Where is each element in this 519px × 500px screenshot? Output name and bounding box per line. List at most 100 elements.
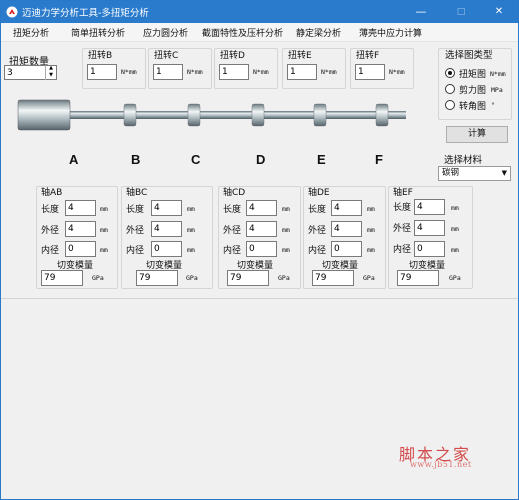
length-label: 长度 [126, 205, 145, 215]
shaft-cd-inner-input[interactable]: 0 [246, 241, 277, 257]
shaft-ef-inner-input[interactable]: 0 [414, 241, 445, 257]
point-label-d: D [256, 152, 266, 167]
menu-static-beam[interactable]: 静定梁分析 [296, 26, 341, 39]
mm-unit: mm [451, 225, 459, 233]
gpa-unit: GPa [449, 274, 461, 282]
maximize-button[interactable]: □ [447, 1, 475, 23]
shaft-cd-title: 轴CD [223, 188, 246, 198]
menu-section-properties[interactable]: 截面特性及压杆分析 [202, 26, 283, 39]
stepper-arrows-icon[interactable]: ▲ ▼ [45, 65, 56, 80]
torque-d-input[interactable]: 1 [219, 64, 249, 80]
shaft-de-inner-input[interactable]: 0 [331, 241, 362, 257]
mm-unit: mm [451, 246, 459, 254]
shaft-cd-shear-input[interactable]: 79 [227, 270, 269, 286]
mm-unit: mm [187, 205, 195, 213]
torque-count-value: 3 [7, 68, 13, 78]
radio-label-torque: 扭矩图 [459, 70, 487, 80]
shaft-ab-inner-input[interactable]: 0 [65, 241, 96, 257]
shaft-ef-length-input[interactable]: 4 [414, 199, 445, 215]
collar-d [251, 103, 265, 127]
torque-c-input[interactable]: 1 [153, 64, 183, 80]
length-label: 长度 [393, 203, 412, 213]
window-title: 迈迪力学分析工具-多扭矩分析 [22, 8, 149, 19]
mm-unit: mm [100, 205, 108, 213]
torque-group-e: 扭转E 1 N*mm [282, 48, 346, 89]
radio-unit-angle: ° [491, 101, 495, 109]
main-panel: 扭矩数量 3 ▲ ▼ 扭转B 1 N*mm 扭转C 1 N*mm 扭转D 1 N*… [1, 42, 518, 298]
gpa-unit: GPa [186, 274, 198, 282]
menu-torque-analysis[interactable]: 扭矩分析 [13, 26, 49, 39]
radio-label-shear: 剪力图 [459, 86, 487, 96]
shaft-bc-outer-input[interactable]: 4 [151, 221, 182, 237]
shaft-ab-length-input[interactable]: 4 [65, 200, 96, 216]
calculate-button[interactable]: 计算 [446, 126, 508, 143]
torque-e-input[interactable]: 1 [287, 64, 317, 80]
shaft-body [66, 111, 406, 119]
radio-button[interactable] [445, 84, 455, 94]
mm-unit: mm [282, 226, 290, 234]
chevron-down-icon: ▼ [501, 169, 507, 177]
radio-unit-torque: N*mm [490, 70, 506, 78]
shaft-ef-shear-input[interactable]: 79 [397, 270, 439, 286]
shaft-group-ab: 轴AB 长度 4 mm 外径 4 mm 内径 0 mm 切变模量 79 GPa [36, 186, 118, 289]
menu-bar: 扭矩分析 简单扭转分析 应力圆分析 截面特性及压杆分析 静定梁分析 薄壳中应力计… [1, 23, 518, 42]
shaft-ef-title: 轴EF [393, 188, 413, 198]
torque-f-input[interactable]: 1 [355, 64, 385, 80]
mm-unit: mm [100, 246, 108, 254]
torque-f-label: 扭转F [356, 51, 380, 61]
shaft-cd-outer-input[interactable]: 4 [246, 221, 277, 237]
length-label: 长度 [308, 205, 327, 215]
title-bar[interactable]: 迈迪力学分析工具-多扭矩分析 — □ ✕ [1, 1, 518, 23]
inner-diameter-label: 内径 [126, 246, 145, 256]
torque-f-unit: N*mm [389, 68, 405, 76]
material-label: 选择材料 [444, 155, 483, 166]
shaft-ef-outer-input[interactable]: 4 [414, 220, 445, 236]
point-label-b: B [131, 152, 141, 167]
shaft-group-ef: 轴EF 长度 4 mm 外径 4 mm 内径 0 mm 切变模量 79 GPa [388, 186, 473, 289]
outer-diameter-label: 外径 [126, 226, 145, 236]
mm-unit: mm [367, 246, 375, 254]
shaft-de-title: 轴DE [308, 188, 330, 198]
close-button[interactable]: ✕ [485, 1, 513, 23]
inner-diameter-label: 内径 [41, 246, 60, 256]
shaft-bc-inner-input[interactable]: 0 [151, 241, 182, 257]
radio-button[interactable] [445, 100, 455, 110]
menu-thin-shell-stress[interactable]: 薄壳中应力计算 [359, 26, 422, 39]
mm-unit: mm [187, 246, 195, 254]
app-logo-icon [6, 6, 18, 18]
shaft-group-bc: 轴BC 长度 4 mm 外径 4 mm 内径 0 mm 切变模量 79 GPa [121, 186, 213, 289]
shaft-ab-shear-input[interactable]: 79 [41, 270, 83, 286]
mm-unit: mm [367, 205, 375, 213]
torque-b-input[interactable]: 1 [87, 64, 117, 80]
radio-button[interactable] [445, 68, 455, 78]
gpa-unit: GPa [92, 274, 104, 282]
shaft-bc-length-input[interactable]: 4 [151, 200, 182, 216]
radio-label-angle: 转角图 [459, 102, 487, 112]
menu-stress-circle[interactable]: 应力圆分析 [143, 26, 188, 39]
point-label-a: A [69, 152, 79, 167]
shaft-diagram [17, 99, 406, 131]
shaft-cd-length-input[interactable]: 4 [246, 200, 277, 216]
menu-simple-torsion[interactable]: 简单扭转分析 [71, 26, 125, 39]
shaft-de-shear-input[interactable]: 79 [312, 270, 354, 286]
collar-b [123, 103, 137, 127]
shaft-bc-shear-input[interactable]: 79 [136, 270, 178, 286]
minimize-button[interactable]: — [407, 1, 435, 23]
chart-type-group: 选择图类型 扭矩图 N*mm 剪力图 MPa 转角图 ° [438, 48, 512, 120]
material-select[interactable]: 碳钢 ▼ [438, 166, 511, 181]
torque-count-stepper[interactable]: 3 ▲ ▼ [4, 65, 57, 80]
shaft-de-outer-input[interactable]: 4 [331, 221, 362, 237]
torque-c-unit: N*mm [187, 68, 203, 76]
radio-unit-shear: MPa [491, 86, 503, 94]
point-label-f: F [375, 152, 383, 167]
shaft-de-length-input[interactable]: 4 [331, 200, 362, 216]
torque-b-label: 扭转B [88, 51, 113, 61]
torque-e-unit: N*mm [321, 68, 337, 76]
mm-unit: mm [451, 204, 459, 212]
torque-group-d: 扭转D 1 N*mm [214, 48, 278, 89]
shaft-ab-title: 轴AB [41, 188, 63, 198]
gpa-unit: GPa [363, 274, 375, 282]
shaft-ab-outer-input[interactable]: 4 [65, 221, 96, 237]
torque-group-b: 扭转B 1 N*mm [82, 48, 146, 89]
torque-d-label: 扭转D [220, 51, 245, 61]
